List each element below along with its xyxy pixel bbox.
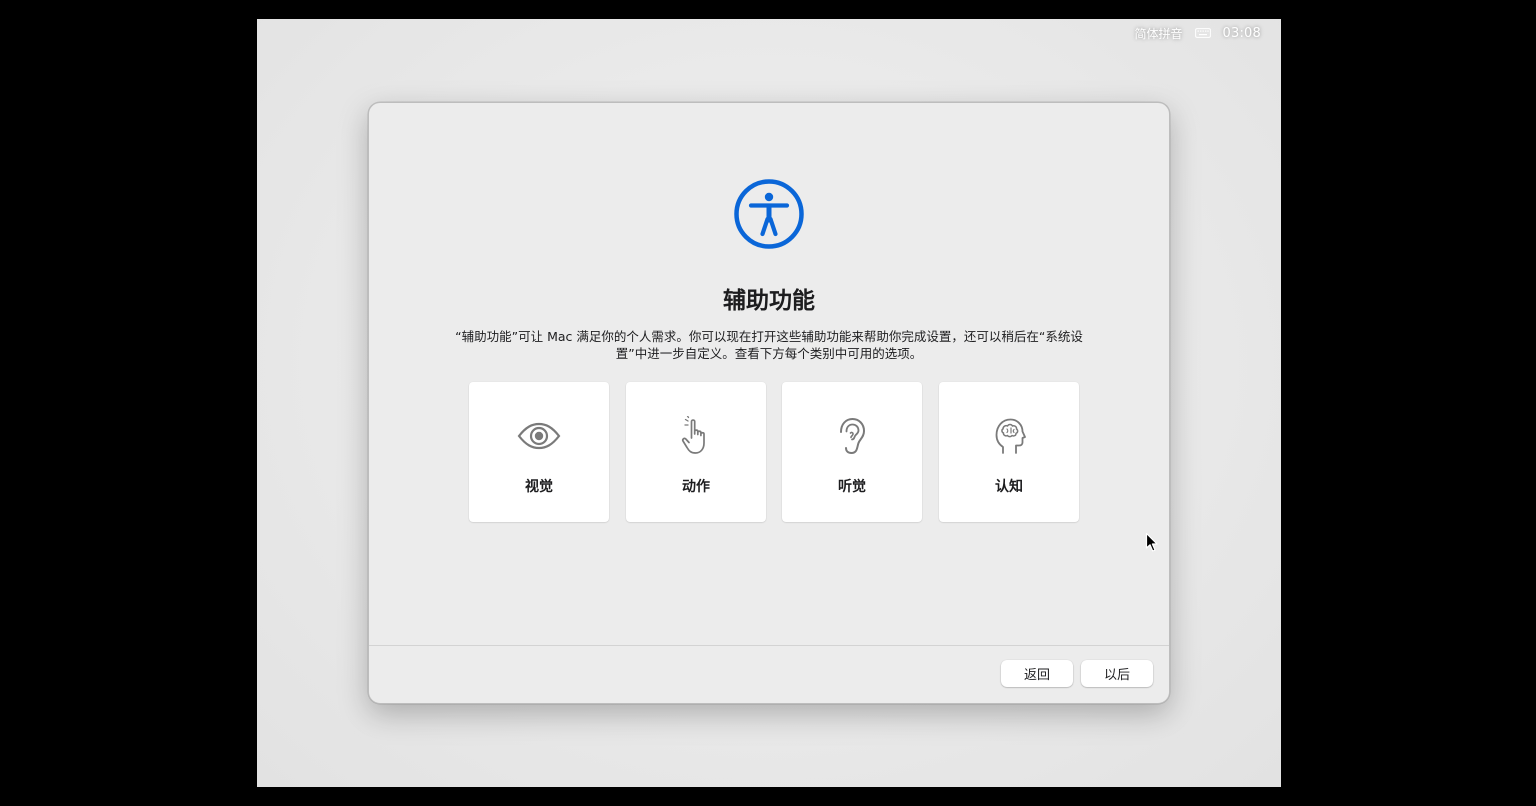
- category-card-cognitive[interactable]: 认知: [939, 382, 1079, 522]
- category-card-hearing[interactable]: 听觉: [782, 382, 922, 522]
- category-card-vision[interactable]: 视觉: [469, 382, 609, 522]
- mouse-pointer-icon: [1145, 532, 1158, 552]
- page-description: “辅助功能”可让 Mac 满足你的个人需求。你可以现在打开这些辅助功能来帮助你完…: [455, 329, 1083, 361]
- footer-divider: [369, 645, 1169, 646]
- category-label: 认知: [995, 479, 1023, 495]
- accessibility-setup-dialog: 辅助功能 “辅助功能”可让 Mac 满足你的个人需求。你可以现在打开这些辅助功能…: [368, 102, 1170, 704]
- category-label: 视觉: [525, 479, 553, 495]
- back-button[interactable]: 返回: [1001, 660, 1073, 687]
- category-label: 听觉: [838, 479, 866, 495]
- later-button[interactable]: 以后: [1081, 660, 1153, 687]
- eye-icon: [517, 422, 561, 450]
- menubar-clock[interactable]: 03:08: [1223, 26, 1261, 41]
- menubar-status: 简体拼音 03:08: [1135, 19, 1261, 47]
- ear-icon: [840, 417, 866, 455]
- input-method-menu[interactable]: 简体拼音: [1135, 25, 1183, 42]
- category-cards: 视觉 动作 听觉 认知: [469, 382, 1079, 522]
- category-card-motor[interactable]: 动作: [626, 382, 766, 522]
- keyboard-icon[interactable]: [1194, 28, 1211, 38]
- brain-head-icon: [995, 418, 1026, 454]
- page-title: 辅助功能: [723, 288, 815, 314]
- hand-pointer-icon: [681, 416, 705, 454]
- accessibility-icon: [734, 179, 804, 249]
- setup-screen: 简体拼音 03:08 辅助功能 “辅助功能”可让 Mac 满足你的个人需求。你可…: [257, 19, 1281, 787]
- category-label: 动作: [682, 479, 710, 495]
